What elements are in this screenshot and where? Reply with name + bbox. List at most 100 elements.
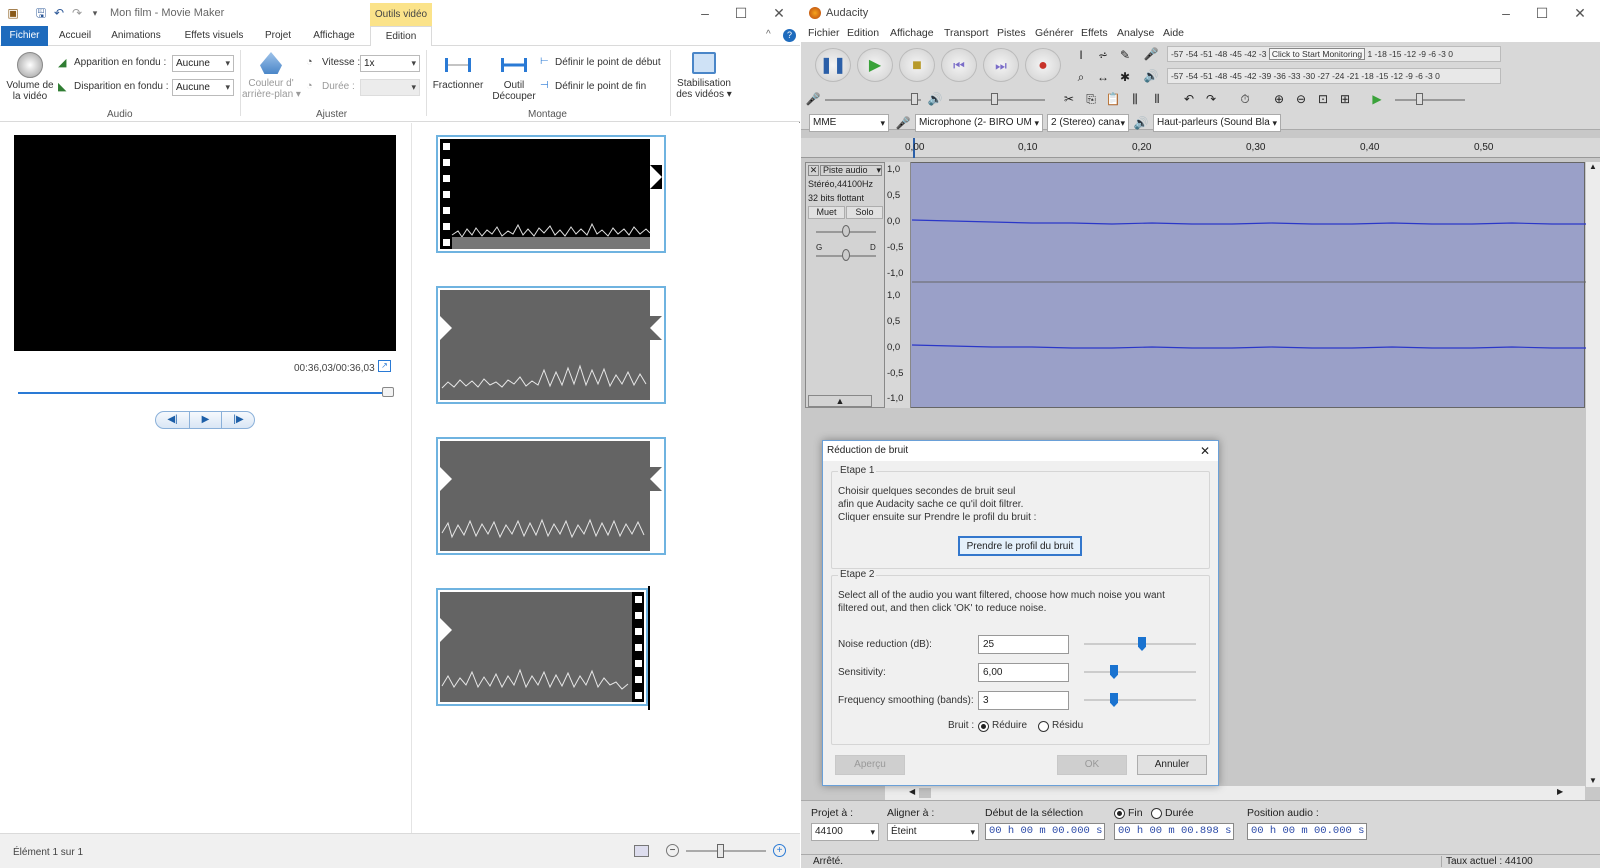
vertical-scrollbar[interactable]: ▲ ▼ xyxy=(1586,162,1600,787)
fade-out-select[interactable]: Aucune xyxy=(172,79,234,96)
close-icon[interactable]: ✕ xyxy=(1200,441,1210,461)
video-preview[interactable] xyxy=(14,135,396,351)
sensitivity-thumb[interactable] xyxy=(1110,665,1118,679)
monitor-icon[interactable] xyxy=(634,845,649,857)
selection-start-field[interactable]: 00 h 00 m 00.000 s xyxy=(985,823,1105,840)
duration-select[interactable] xyxy=(360,79,420,96)
split-button[interactable]: Fractionner xyxy=(430,50,486,108)
menu-edition[interactable]: Edition xyxy=(847,27,879,39)
skip-to-start-button[interactable]: ⏮ xyxy=(941,48,977,82)
scroll-up-icon[interactable]: ▲ xyxy=(1589,162,1597,171)
preview-button[interactable]: Aperçu xyxy=(835,755,905,775)
residue-radio[interactable] xyxy=(1038,721,1049,732)
trim-tool-button[interactable]: Outil Découper xyxy=(492,50,536,108)
storyboard-clip[interactable] xyxy=(436,588,648,706)
record-meter-icon[interactable]: 🎤 xyxy=(1141,44,1161,64)
zoom-tool-icon[interactable]: ⌕ xyxy=(1071,67,1091,87)
play-button[interactable]: ▶ xyxy=(857,48,893,82)
end-radio[interactable] xyxy=(1114,808,1125,819)
undo-icon[interactable]: ↶ xyxy=(1179,89,1199,109)
zoom-out-icon[interactable]: − xyxy=(666,844,679,857)
menu-analyse[interactable]: Analyse xyxy=(1117,27,1154,39)
fullscreen-icon[interactable]: ↗ xyxy=(378,360,391,372)
duration-radio[interactable] xyxy=(1151,808,1162,819)
pane-divider[interactable] xyxy=(411,123,412,833)
recording-channels-select[interactable]: 2 (Stereo) cana xyxy=(1047,114,1129,132)
quick-access-menu-icon[interactable]: ▾ xyxy=(88,6,102,20)
minimize-button[interactable]: – xyxy=(690,4,720,22)
tab-edition[interactable]: Edition xyxy=(370,26,432,47)
timeshift-tool-icon[interactable]: ↔ xyxy=(1093,67,1113,87)
collapse-track-icon[interactable]: ▲ xyxy=(808,395,872,407)
tab-animations[interactable]: Animations xyxy=(106,26,166,46)
pause-button[interactable]: ❚❚ xyxy=(815,48,851,82)
playback-meter[interactable]: -57 -54 -51 -48 -45 -42 -39 -36 -33 -30 … xyxy=(1167,68,1501,84)
redo-icon[interactable]: ↷ xyxy=(1201,89,1221,109)
previous-frame-icon[interactable]: ◀| xyxy=(156,412,189,428)
playhead[interactable] xyxy=(648,586,650,710)
track-name-menu[interactable]: Piste audio ▾ xyxy=(820,165,882,176)
frequency-smoothing-slider[interactable] xyxy=(1084,699,1196,701)
storyboard-clip[interactable] xyxy=(436,286,666,404)
menu-effets[interactable]: Effets xyxy=(1081,27,1108,39)
background-color-button[interactable]: Couleur d' arrière-plan ▾ xyxy=(242,50,301,108)
help-icon[interactable]: ? xyxy=(783,29,796,42)
pan-thumb[interactable] xyxy=(842,249,850,261)
waveform-area[interactable] xyxy=(885,162,1586,408)
playback-device-select[interactable]: Haut-parleurs (Sound Bla xyxy=(1153,114,1281,132)
noise-reduction-input[interactable]: 25 xyxy=(978,635,1069,654)
storyboard-clip[interactable] xyxy=(436,135,666,253)
scroll-thumb[interactable] xyxy=(919,788,931,798)
sensitivity-slider[interactable] xyxy=(1084,671,1196,673)
save-icon[interactable]: 🖫 xyxy=(34,6,48,20)
seek-bar[interactable] xyxy=(18,392,394,394)
get-noise-profile-button[interactable]: Prendre le profil du bruit xyxy=(958,536,1082,556)
undo-icon[interactable]: ↶ xyxy=(52,6,66,20)
speed-select[interactable]: 1x xyxy=(360,55,420,72)
collapse-ribbon-icon[interactable]: ^ xyxy=(766,29,771,40)
mute-button[interactable]: Muet xyxy=(808,206,845,219)
record-meter[interactable]: -57 -54 -51 -48 -45 -42 -3 Click to Star… xyxy=(1167,46,1501,62)
tab-fichier[interactable]: Fichier xyxy=(1,26,48,46)
selection-end-field[interactable]: 00 h 00 m 00.898 s xyxy=(1114,823,1234,840)
tab-affichage[interactable]: Affichage xyxy=(308,26,360,46)
selection-tool-icon[interactable]: I xyxy=(1071,45,1091,65)
timeline-ruler[interactable]: 0,00 0,10 0,20 0,30 0,40 0,50 xyxy=(801,138,1600,158)
play-speed-slider[interactable] xyxy=(1395,99,1465,101)
stop-button[interactable]: ■ xyxy=(899,48,935,82)
ok-button[interactable]: OK xyxy=(1057,755,1127,775)
gain-thumb[interactable] xyxy=(842,225,850,237)
storyboard-clip[interactable] xyxy=(436,437,666,555)
redo-icon[interactable]: ↷ xyxy=(70,6,84,20)
zoom-in-icon[interactable]: ⊕ xyxy=(1269,89,1289,109)
menu-aide[interactable]: Aide xyxy=(1163,27,1184,39)
project-rate-select[interactable]: 44100 xyxy=(811,823,879,841)
seek-thumb[interactable] xyxy=(382,387,394,397)
playback-meter-icon[interactable]: 🔊 xyxy=(1141,66,1161,86)
fit-selection-icon[interactable]: ⊡ xyxy=(1313,89,1333,109)
skip-to-end-button[interactable]: ⏭ xyxy=(983,48,1019,82)
envelope-tool-icon[interactable]: ⩫ xyxy=(1093,45,1113,65)
draw-tool-icon[interactable]: ✎ xyxy=(1115,45,1135,65)
zoom-in-icon[interactable]: + xyxy=(773,844,786,857)
menu-pistes[interactable]: Pistes xyxy=(997,27,1026,39)
multi-tool-icon[interactable]: ✱ xyxy=(1115,67,1135,87)
paste-icon[interactable]: 📋 xyxy=(1103,89,1123,109)
noise-reduction-thumb[interactable] xyxy=(1138,637,1146,651)
fit-project-icon[interactable]: ⊞ xyxy=(1335,89,1355,109)
start-monitoring-button[interactable]: Click to Start Monitoring xyxy=(1268,48,1366,60)
close-button[interactable]: ✕ xyxy=(1565,4,1595,22)
scroll-right-icon[interactable]: ▶ xyxy=(1557,787,1563,796)
play-icon[interactable]: ▶ xyxy=(189,412,222,428)
set-end-button[interactable]: Définir le point de fin xyxy=(555,81,646,92)
menu-transport[interactable]: Transport xyxy=(944,27,989,39)
minimize-button[interactable]: – xyxy=(1491,4,1521,22)
horizontal-scrollbar[interactable]: ◀ ▶ xyxy=(885,786,1585,800)
frequency-smoothing-thumb[interactable] xyxy=(1110,693,1118,707)
menu-generer[interactable]: Générer xyxy=(1035,27,1074,39)
snap-to-select[interactable]: Éteint xyxy=(887,823,979,841)
playback-volume-thumb[interactable] xyxy=(991,93,998,105)
reduce-radio[interactable] xyxy=(978,721,989,732)
play-at-speed-icon[interactable]: ▶ xyxy=(1367,89,1387,109)
zoom-out-icon[interactable]: ⊖ xyxy=(1291,89,1311,109)
